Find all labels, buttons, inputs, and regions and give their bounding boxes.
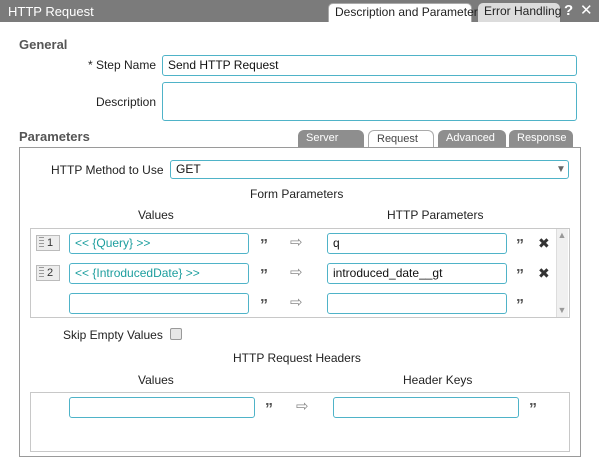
tab-response[interactable]: Response xyxy=(509,130,573,147)
http-request-headers-title: HTTP Request Headers xyxy=(233,351,361,365)
http-method-label: HTTP Method to Use xyxy=(51,163,164,177)
form-parameters-title: Form Parameters xyxy=(250,187,344,201)
delete-row-icon[interactable]: ✖ xyxy=(538,235,550,252)
row-number: 2 xyxy=(47,267,54,279)
delete-row-icon[interactable]: ✖ xyxy=(538,265,550,282)
grip-icon xyxy=(39,237,44,247)
quote-icon[interactable]: ” xyxy=(529,402,537,418)
quote-icon[interactable]: ” xyxy=(516,298,524,314)
quote-icon[interactable]: ” xyxy=(516,268,524,284)
map-arrow-icon: ⇨ xyxy=(290,234,303,251)
http-parameters-column-header: HTTP Parameters xyxy=(387,208,484,222)
tab-request[interactable]: Request xyxy=(368,130,434,147)
tab-error-handling[interactable]: Error Handling xyxy=(478,3,561,22)
step-name-input[interactable]: Send HTTP Request xyxy=(162,55,577,76)
quote-icon[interactable]: ” xyxy=(260,268,268,284)
headers-values-column-header: Values xyxy=(138,373,174,387)
form-value-input[interactable]: << {IntroducedDate} >> xyxy=(69,263,249,284)
help-icon[interactable]: ? xyxy=(564,2,573,20)
form-value-input[interactable] xyxy=(69,293,249,314)
skip-empty-values-checkbox[interactable] xyxy=(170,328,182,340)
skip-empty-values-label: Skip Empty Values xyxy=(63,328,163,342)
window-title: HTTP Request xyxy=(8,4,94,19)
row-drag-handle[interactable]: 2 xyxy=(36,265,60,281)
values-column-header: Values xyxy=(138,208,174,222)
http-method-value: GET xyxy=(176,162,201,176)
quote-icon[interactable]: ” xyxy=(265,402,273,418)
scroll-up-icon[interactable]: ▲ xyxy=(556,230,568,240)
quote-icon[interactable]: ” xyxy=(260,298,268,314)
close-icon[interactable]: ✕ xyxy=(580,2,593,20)
quote-icon[interactable]: ” xyxy=(260,238,268,254)
http-parameter-input[interactable]: introduced_date__gt xyxy=(327,263,507,284)
header-value-input[interactable] xyxy=(69,397,255,418)
form-value-input[interactable]: << {Query} >> xyxy=(69,233,249,254)
chevron-down-icon[interactable]: ▼ xyxy=(556,164,566,175)
grip-icon xyxy=(39,267,44,277)
parameters-section-title: Parameters xyxy=(19,129,90,144)
form-parameters-scrollbar[interactable] xyxy=(556,229,568,317)
row-drag-handle[interactable]: 1 xyxy=(36,235,60,251)
map-arrow-icon: ⇨ xyxy=(290,294,303,311)
description-textarea[interactable] xyxy=(162,82,577,121)
tab-server[interactable]: Server xyxy=(298,130,364,147)
map-arrow-icon: ⇨ xyxy=(296,398,309,415)
quote-icon[interactable]: ” xyxy=(516,238,524,254)
header-key-input[interactable] xyxy=(333,397,519,418)
map-arrow-icon: ⇨ xyxy=(290,264,303,281)
header-keys-column-header: Header Keys xyxy=(403,373,473,387)
description-label: Description xyxy=(95,95,156,109)
scroll-down-icon[interactable]: ▼ xyxy=(556,305,568,315)
http-method-select[interactable]: GET xyxy=(170,160,569,179)
tab-description-and-parameters[interactable]: Description and Parameters xyxy=(328,3,484,22)
general-section-title: General xyxy=(19,37,68,52)
http-parameter-input[interactable]: q xyxy=(327,233,507,254)
row-number: 1 xyxy=(47,237,54,249)
step-name-label: * Step Name xyxy=(87,58,156,72)
tab-advanced[interactable]: Advanced xyxy=(438,130,506,147)
http-parameter-input[interactable] xyxy=(327,293,507,314)
